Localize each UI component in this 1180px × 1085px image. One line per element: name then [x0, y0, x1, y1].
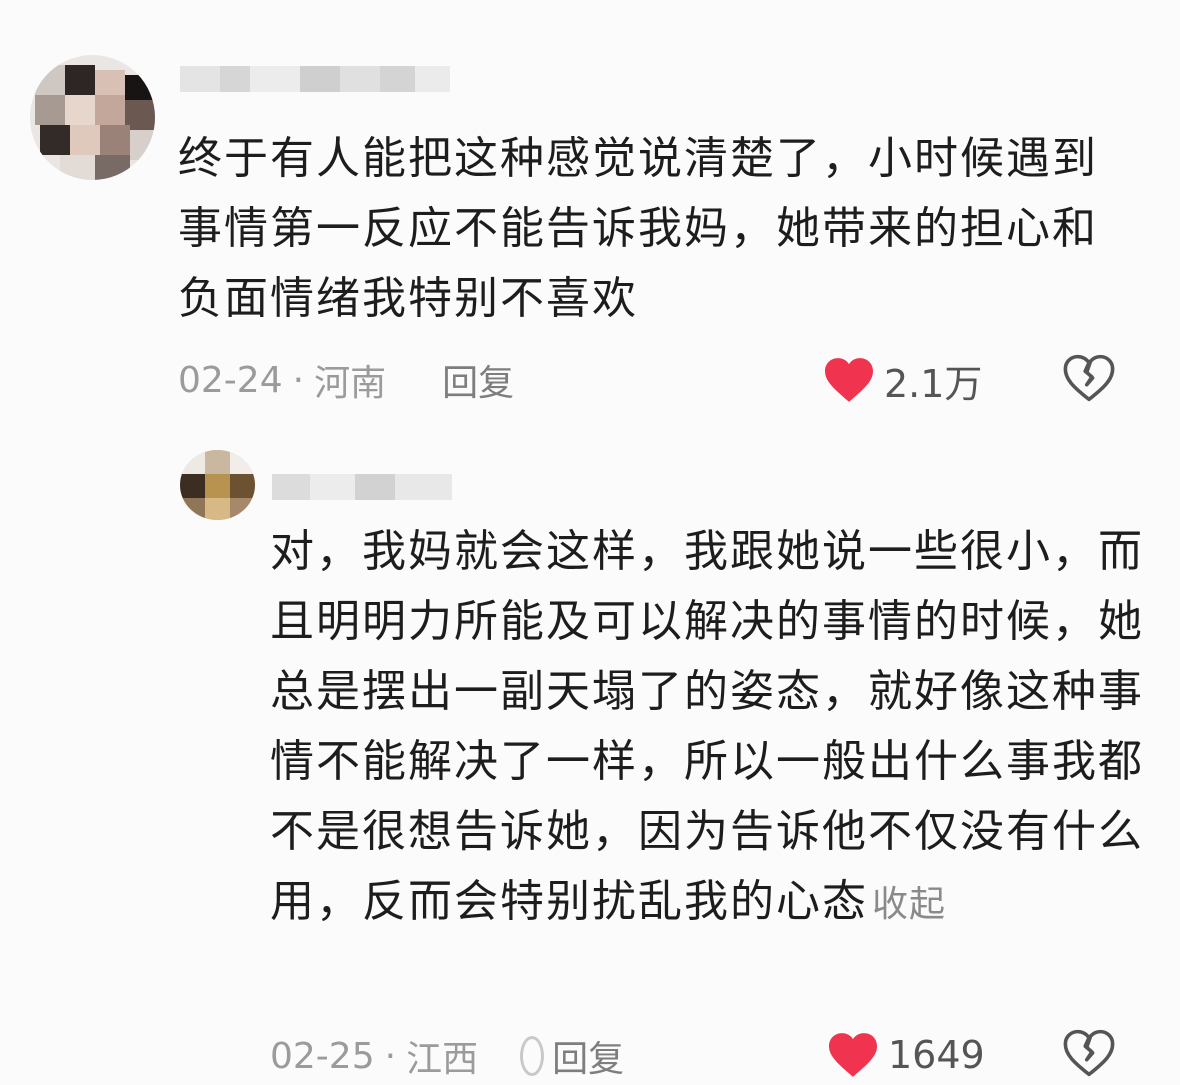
heart-icon — [825, 358, 873, 402]
broken-heart-icon — [1063, 1029, 1115, 1077]
heart-icon — [829, 1033, 877, 1077]
reply-bubble-icon — [520, 1036, 545, 1076]
reply-text-body: 对，我妈就会这样，我跟她说一些很小，而且明明力所能及可以解决的事情的时候，她总是… — [270, 526, 1144, 927]
commenter-name-redacted[interactable] — [180, 66, 450, 92]
commenter-avatar[interactable] — [30, 55, 155, 180]
meta-separator: · — [292, 359, 305, 401]
replier-avatar[interactable] — [180, 450, 255, 520]
comment-text: 终于有人能把这种感觉说清楚了，小时候遇到事情第一反应不能告诉我妈，她带来的担心和… — [178, 133, 1098, 324]
dislike-button[interactable] — [1062, 1028, 1116, 1082]
comment-date: 02-24 — [178, 359, 283, 401]
reply-date: 02-25 — [270, 1035, 375, 1077]
reply-text: 对，我妈就会这样，我跟她说一些很小，而且明明力所能及可以解决的事情的时候，她总是… — [270, 517, 1150, 940]
broken-heart-icon — [1063, 354, 1115, 402]
meta-separator: · — [384, 1035, 397, 1077]
like-count: 1649 — [888, 1033, 985, 1077]
reply-location: 江西 — [406, 1039, 479, 1080]
comment-location: 河南 — [314, 363, 387, 404]
like-button[interactable]: 1649 — [826, 1025, 985, 1085]
reply-meta: 02-25 · 江西 回复 — [270, 1028, 624, 1084]
reply-button[interactable]: 回复 — [442, 354, 514, 406]
replier-name-redacted[interactable] — [272, 474, 452, 500]
like-count: 2.1万 — [884, 361, 983, 406]
like-button[interactable]: 2.1万 — [822, 350, 982, 410]
comment-meta: 02-24 · 河南 回复 — [178, 352, 514, 408]
reply-button[interactable]: 回复 — [552, 1030, 624, 1082]
collapse-link[interactable]: 收起 — [872, 884, 946, 925]
dislike-button[interactable] — [1062, 353, 1116, 407]
